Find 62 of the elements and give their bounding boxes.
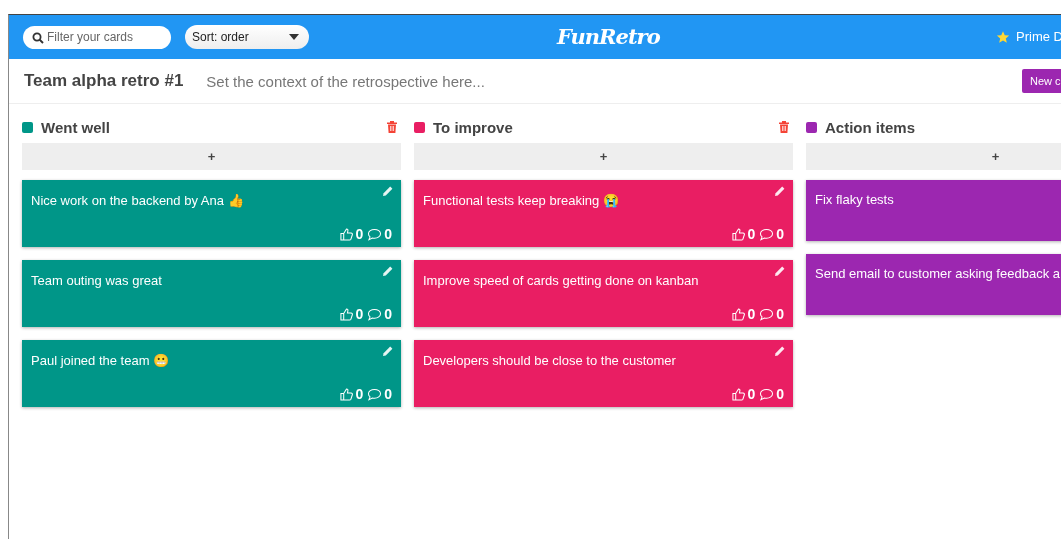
comment-icon[interactable] (367, 227, 383, 241)
retro-card[interactable]: Paul joined the team 😬 0 0 (22, 340, 401, 407)
column-title: Action items (825, 118, 916, 136)
like-count: 0 (355, 226, 364, 242)
search-icon (32, 31, 44, 44)
sort-dropdown[interactable]: Sort: order (185, 25, 309, 49)
retro-card[interactable]: Fix flaky tests (806, 180, 1061, 241)
comment-count: 0 (384, 306, 392, 322)
add-card-button[interactable]: + (22, 143, 401, 170)
thumbs-up-icon[interactable] (340, 227, 354, 241)
comment-count: 0 (384, 386, 392, 402)
filter-field[interactable]: Filter your cards (23, 25, 171, 49)
add-card-button[interactable]: + (414, 143, 793, 170)
pencil-icon[interactable] (383, 346, 393, 356)
card-text: Functional tests keep breaking 😭 (423, 193, 620, 208)
card-text: Developers should be close to the customer (423, 353, 677, 368)
new-column-button[interactable]: New c (1022, 69, 1061, 93)
comment-count: 0 (384, 226, 392, 242)
comment-icon[interactable] (367, 307, 383, 321)
app-logo[interactable]: FunRetro (557, 24, 660, 49)
retro-card[interactable]: Functional tests keep breaking 😭 0 0 (414, 180, 793, 247)
star-icon (996, 29, 1010, 44)
retro-card[interactable]: Team outing was great 0 0 (22, 260, 401, 327)
trash-icon[interactable] (387, 121, 397, 133)
retro-card[interactable]: Nice work on the backend by Ana 👍 0 0 (22, 180, 401, 247)
thumbs-up-icon[interactable] (732, 227, 746, 241)
column-title: Went well (41, 118, 111, 136)
card-text: Fix flaky tests (815, 192, 895, 207)
pencil-icon[interactable] (383, 186, 393, 196)
board-title: Team alpha retro #1 (24, 71, 184, 91)
pencil-icon[interactable] (775, 346, 785, 356)
thumbs-up-icon[interactable] (340, 307, 354, 321)
like-count: 0 (747, 306, 756, 322)
card-text: Team outing was great (31, 273, 163, 288)
pencil-icon[interactable] (383, 266, 393, 276)
like-count: 0 (355, 306, 364, 322)
like-count: 0 (747, 226, 756, 242)
thumbs-up-icon[interactable] (732, 387, 746, 401)
retro-card[interactable]: Improve speed of cards getting done on kanban 0 0 (414, 260, 793, 327)
card-text: Nice work on the backend by Ana 👍 (31, 193, 245, 208)
like-count: 0 (355, 386, 364, 402)
retro-card[interactable]: Send email to customer asking feedback a (806, 254, 1061, 315)
retro-card[interactable]: Developers should be close to the customer 0 0 (414, 340, 793, 407)
pencil-icon[interactable] (775, 266, 785, 276)
column-title: To improve (433, 118, 514, 136)
trash-icon[interactable] (779, 121, 789, 133)
comment-count: 0 (776, 386, 784, 402)
add-card-button[interactable]: + (806, 143, 1061, 170)
thumbs-up-icon[interactable] (732, 307, 746, 321)
pencil-icon[interactable] (775, 186, 785, 196)
thumbs-up-icon[interactable] (340, 387, 354, 401)
like-count: 0 (747, 386, 756, 402)
comment-count: 0 (776, 306, 784, 322)
card-text: Paul joined the team 😬 (31, 353, 171, 368)
card-text: Send email to customer asking feedback a (815, 266, 1061, 281)
comment-icon[interactable] (367, 387, 383, 401)
comment-icon[interactable] (759, 307, 775, 321)
caret-icon (289, 34, 299, 40)
card-text: Improve speed of cards getting done on kanban (423, 273, 700, 288)
comment-count: 0 (776, 226, 784, 242)
comment-icon[interactable] (759, 227, 775, 241)
comment-icon[interactable] (759, 387, 775, 401)
